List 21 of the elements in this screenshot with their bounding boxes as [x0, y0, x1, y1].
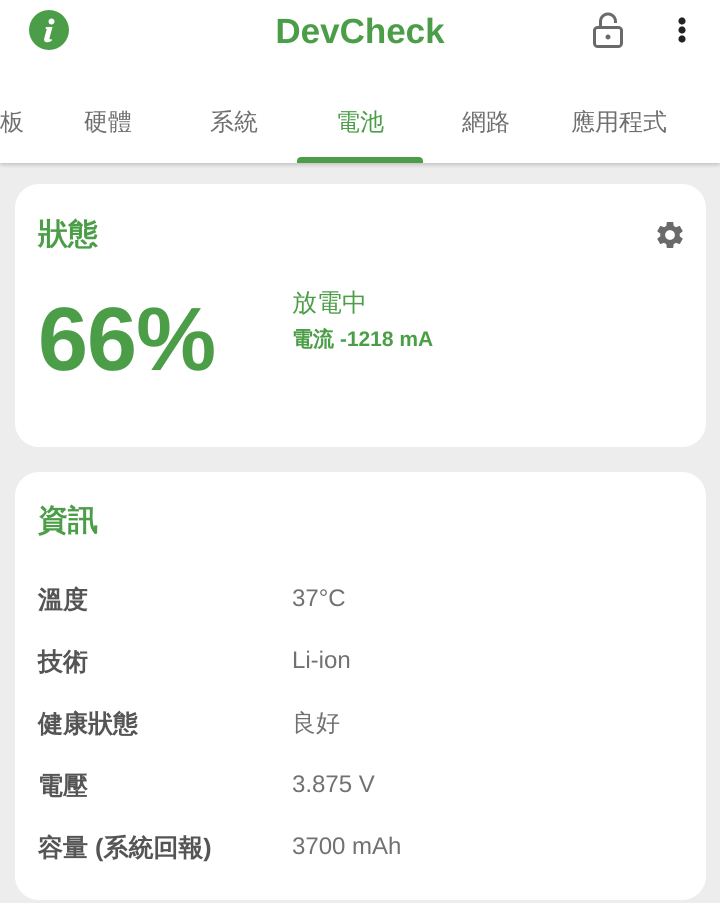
info-value: 良好	[292, 709, 340, 739]
info-label: 容量 (系統回報)	[38, 832, 213, 864]
info-value: 3700 mAh	[292, 833, 402, 861]
charging-state: 放電中	[292, 288, 368, 319]
battery-percentage: 66%	[38, 289, 216, 392]
info-value: 37°C	[292, 585, 346, 613]
current-reading: 電流 -1218 mA	[292, 326, 434, 353]
info-label: 健康狀態	[38, 708, 139, 740]
settings-icon[interactable]	[657, 222, 683, 248]
tab[interactable]: 板	[0, 64, 45, 163]
info-label: 技術	[38, 646, 89, 678]
info-value: Li-ion	[292, 647, 351, 675]
info-label: 電壓	[38, 770, 89, 802]
info-label: 溫度	[38, 584, 89, 616]
info-icon[interactable]	[29, 10, 69, 50]
padlock-icon[interactable]	[593, 12, 623, 48]
card-title: 資訊	[38, 503, 99, 539]
app-title: DevCheck	[275, 12, 445, 52]
info-value: 3.875 V	[292, 771, 375, 799]
card-title: 狀態	[38, 217, 98, 253]
more-menu-icon[interactable]	[678, 17, 686, 43]
